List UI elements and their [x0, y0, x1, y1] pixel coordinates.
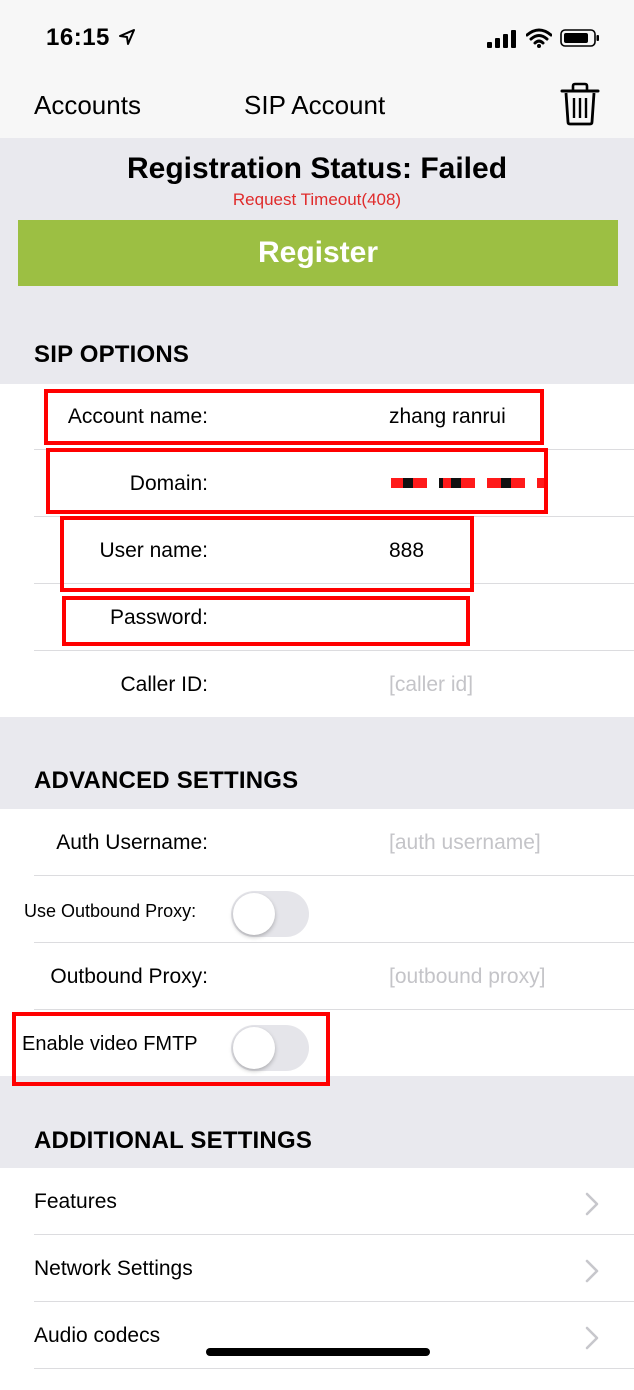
use-outbound-proxy-label: Use Outbound Proxy: [24, 901, 197, 921]
additional-settings-header: ADDITIONAL SETTINGS [34, 1127, 313, 1154]
battery-icon [560, 29, 599, 47]
sip-options-header: SIP OPTIONS [34, 341, 190, 368]
list-item-label: Features [34, 1190, 117, 1213]
registration-status-title: Registration Status: Failed [126, 152, 508, 185]
list-item-network-settings[interactable]: Network Settings [0, 1235, 634, 1301]
row-divider [34, 1368, 634, 1369]
list-item-label: Network Settings [34, 1257, 193, 1280]
register-button[interactable]: Register [18, 220, 618, 286]
wifi-icon [526, 28, 552, 48]
chevron-right-icon [585, 1259, 599, 1283]
registration-status-detail: Request Timeout(408) [232, 190, 402, 209]
auth-username-label: Auth Username: [56, 831, 208, 854]
back-button-accounts[interactable]: Accounts [34, 90, 141, 121]
cellular-signal-icon [487, 30, 516, 48]
list-item-features[interactable]: Features [0, 1168, 634, 1234]
auth-username-field[interactable]: [auth username] [389, 831, 541, 855]
list-item-audio-codecs[interactable]: Audio codecs [0, 1302, 634, 1368]
chevron-right-icon [585, 1326, 599, 1350]
caller-id-field[interactable]: [caller id] [389, 673, 473, 697]
highlight-box-domain [46, 448, 548, 514]
caller-id-label: Caller ID: [120, 673, 208, 696]
highlight-box-password [62, 596, 470, 646]
advanced-settings-band [0, 717, 634, 809]
outbound-proxy-field[interactable]: [outbound proxy] [389, 965, 545, 989]
row-divider [34, 650, 634, 651]
advanced-settings-header: ADVANCED SETTINGS [34, 767, 299, 794]
highlight-box-account-name [44, 389, 544, 445]
highlight-box-video-fmtp [12, 1012, 330, 1086]
home-indicator [206, 1348, 430, 1356]
page-title: SIP Account [244, 90, 386, 120]
list-item-label: Audio codecs [34, 1324, 161, 1347]
outbound-proxy-label: Outbound Proxy: [50, 965, 208, 988]
status-time: 16:15 [46, 24, 110, 51]
row-divider [34, 875, 634, 876]
use-outbound-proxy-toggle[interactable] [231, 891, 309, 937]
row-divider [34, 942, 634, 943]
location-arrow-icon [119, 29, 135, 45]
trash-icon[interactable] [558, 80, 602, 128]
chevron-right-icon [585, 1192, 599, 1216]
highlight-box-user-name [60, 516, 474, 592]
row-divider [34, 1009, 634, 1010]
